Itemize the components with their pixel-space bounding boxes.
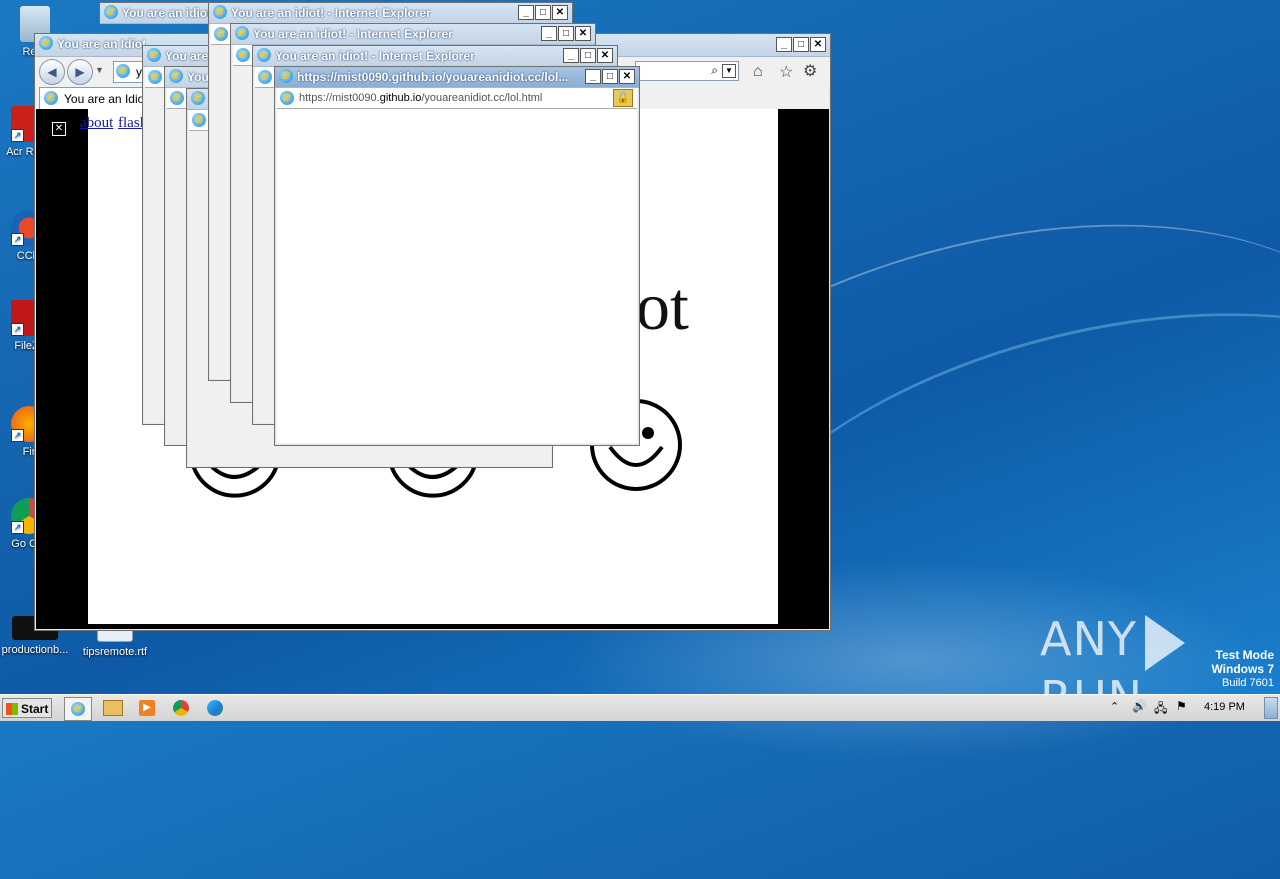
popup-content (277, 109, 637, 443)
watermark-brand: ANY (1040, 612, 1137, 666)
ie-icon: e (257, 48, 271, 62)
ie-icon: e (235, 26, 249, 40)
idiot-heading: ot (636, 268, 689, 344)
taskbar-explorer-button[interactable] (100, 697, 126, 719)
close-button[interactable]: ✕ (597, 48, 613, 63)
popup-title: You (187, 70, 209, 84)
taskbar-ie-button[interactable]: e (64, 697, 92, 721)
taskbar-media-player-button[interactable]: ▶ (134, 697, 160, 719)
build-line: Build 7601 (1222, 677, 1274, 689)
play-icon (1144, 614, 1185, 671)
desktop-icon-label: tipsremote.rtf (82, 646, 148, 658)
tray-expand-icon[interactable]: ⌃ (1110, 700, 1119, 713)
test-mode-line: Test Mode (1215, 648, 1274, 662)
maximize-button[interactable]: □ (580, 48, 596, 63)
about-link[interactable]: about (80, 115, 113, 132)
taskbar-chrome-button[interactable] (168, 697, 194, 719)
forward-button[interactable]: ▶ (67, 59, 93, 85)
tab-label: You are an Idiot (64, 92, 148, 106)
page-icon: e (258, 70, 272, 84)
home-icon[interactable]: ⌂ (753, 63, 763, 81)
back-button[interactable]: ◀ (39, 59, 65, 85)
page-icon: e (280, 91, 294, 105)
page-icon: e (170, 91, 184, 105)
page-icon: e (192, 113, 206, 127)
media-player-icon: ▶ (139, 700, 155, 716)
lock-icon[interactable]: 🔒 (613, 89, 633, 107)
ie-icon: e (104, 5, 118, 19)
minimize-button[interactable]: _ (541, 26, 557, 41)
active-popup-window[interactable]: e https://mist0090.github.io/youareanidi… (274, 66, 640, 446)
folder-icon (103, 700, 123, 716)
windows-flag-icon (6, 703, 18, 715)
url-path: /youareanidiot.cc/lol.html (421, 92, 543, 104)
ie-icon: e (39, 36, 53, 50)
favorites-star-icon[interactable]: ☆ (779, 62, 793, 82)
windows-version-line: Windows 7 (1211, 662, 1274, 676)
close-overlay-button[interactable]: ✕ (52, 122, 66, 136)
popup-title: https://mist0090.github.io/youareanidiot… (297, 70, 569, 84)
dropdown-arrow-icon[interactable]: ▼ (95, 65, 104, 75)
close-button[interactable]: ✕ (575, 26, 591, 41)
taskbar-edge-button[interactable] (202, 697, 228, 719)
page-icon: e (214, 27, 228, 41)
close-button[interactable]: ✕ (619, 69, 635, 84)
popup-title: You are an idiot! - Internet Explorer (253, 27, 453, 41)
page-icon: e (236, 48, 250, 62)
maximize-button[interactable]: □ (793, 37, 809, 52)
popup-address-bar[interactable]: e https://mist0090.github.io/youareanidi… (277, 88, 637, 109)
minimize-button[interactable]: _ (585, 69, 601, 84)
search-icon[interactable]: ⌕ (711, 63, 718, 78)
popup-title: You are an idiot! - Internet Explorer (231, 6, 431, 20)
settings-gear-icon[interactable]: ⚙ (803, 61, 817, 81)
volume-icon[interactable]: 🔊 (1132, 699, 1147, 713)
maximize-button[interactable]: □ (558, 26, 574, 41)
minimize-button[interactable]: _ (776, 37, 792, 52)
ie-icon: e (279, 69, 293, 83)
page-icon: e (148, 70, 162, 84)
show-desktop-button[interactable] (1264, 697, 1278, 719)
maximize-button[interactable]: □ (535, 5, 551, 20)
search-box[interactable]: ⌕ ▼ (635, 61, 739, 81)
minimize-button[interactable]: _ (518, 5, 534, 20)
edge-icon (207, 700, 223, 716)
desktop-icon-label: productionb... (1, 644, 69, 656)
close-button[interactable]: ✕ (810, 37, 826, 52)
clock[interactable]: 4:19 PM (1204, 701, 1245, 713)
window-title: You are an Idiot (57, 37, 147, 51)
minimize-button[interactable]: _ (563, 48, 579, 63)
chrome-icon (173, 700, 189, 716)
page-icon: e (116, 64, 130, 78)
search-dropdown-icon[interactable]: ▼ (722, 64, 736, 78)
close-button[interactable]: ✕ (552, 5, 568, 20)
url-domain: github.io (379, 92, 422, 104)
maximize-button[interactable]: □ (602, 69, 618, 84)
url-text: https://mist0090.github.io/youareanidiot… (299, 92, 542, 104)
ie-icon: e (169, 69, 183, 83)
taskbar: Start e ▶ ⌃ 🔊 🖧 ⚑ 4:19 PM (0, 694, 1280, 721)
system-tray: ⌃ 🔊 🖧 ⚑ 4:19 PM (1104, 695, 1280, 721)
action-center-flag-icon[interactable]: ⚑ (1176, 699, 1187, 713)
tab-active[interactable]: e You are an Idiot (39, 87, 148, 109)
flash-link[interactable]: flasl (118, 115, 144, 132)
popup-title: You are an idiot! - Internet Explorer (275, 49, 475, 63)
ie-icon: e (213, 5, 227, 19)
start-label: Start (21, 702, 49, 716)
internet-explorer-icon: e (71, 702, 85, 716)
ie-icon: e (147, 48, 161, 62)
network-icon[interactable]: 🖧 (1154, 699, 1167, 720)
url-prefix: https://mist0090. (299, 92, 380, 104)
ie-icon: e (191, 91, 205, 105)
test-mode-label: Test Mode Windows 7 Build 7601 (1211, 648, 1274, 690)
tab-ie-icon: e (44, 91, 58, 105)
start-button[interactable]: Start (2, 698, 52, 718)
